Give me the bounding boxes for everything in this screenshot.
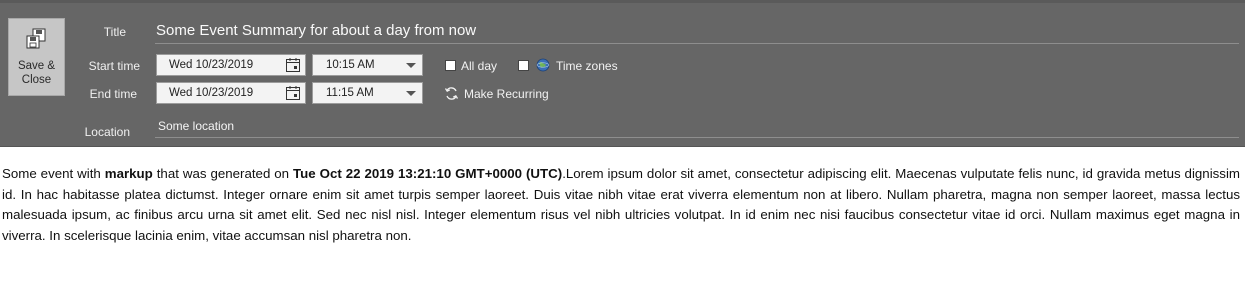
title-input[interactable]: Some Event Summary for about a day from … (156, 21, 1238, 41)
start-date-value: Wed 10/23/2019 (169, 59, 254, 71)
title-underline (155, 43, 1239, 44)
start-time-label: Start time (88, 59, 140, 73)
calendar-icon[interactable] (285, 57, 301, 73)
body-middle: that was generated on (152, 166, 294, 181)
all-day-label: All day (461, 59, 498, 73)
chevron-down-icon[interactable] (406, 91, 416, 96)
save-close-icon (26, 28, 46, 49)
save-close-label-line1: Save & (17, 60, 56, 72)
recurrence-icon[interactable] (444, 86, 459, 101)
header-top-border (0, 0, 1245, 3)
end-time-dropdown[interactable]: 11:15 AM (312, 82, 423, 104)
time-zones-label[interactable]: Time zones (556, 59, 618, 73)
end-time-value: 11:15 AM (326, 87, 374, 99)
save-close-button[interactable]: Save & Close (8, 18, 65, 96)
time-zones-checkbox[interactable] (518, 60, 529, 71)
body-prefix: Some event with (2, 166, 105, 181)
header-bottom-border (0, 146, 1245, 147)
start-date-picker[interactable]: Wed 10/23/2019 (156, 54, 306, 76)
all-day-checkbox[interactable] (445, 60, 456, 71)
make-recurring-button[interactable]: Make Recurring (464, 87, 549, 101)
calendar-icon[interactable] (285, 85, 301, 101)
title-label: Title (103, 25, 126, 39)
event-header: Save & Close Title Some Event Summary fo… (0, 0, 1245, 147)
end-date-value: Wed 10/23/2019 (169, 87, 254, 99)
event-body-text[interactable]: Some event with markup that was generate… (2, 164, 1240, 246)
end-date-picker[interactable]: Wed 10/23/2019 (156, 82, 306, 104)
location-label: Location (84, 125, 130, 139)
chevron-down-icon[interactable] (406, 63, 416, 68)
globe-icon (536, 58, 550, 72)
start-time-value: 10:15 AM (326, 59, 375, 71)
body-bold-date: Tue Oct 22 2019 13:21:10 GMT+0000 (UTC) (293, 166, 563, 181)
start-time-dropdown[interactable]: 10:15 AM (312, 54, 423, 76)
location-underline (155, 137, 1239, 138)
save-close-label: Save & Close (9, 59, 64, 87)
body-bold-markup: markup (104, 166, 153, 181)
save-close-label-line2: Close (21, 74, 52, 86)
end-time-label: End time (89, 87, 137, 101)
location-input[interactable]: Some location (158, 119, 234, 133)
